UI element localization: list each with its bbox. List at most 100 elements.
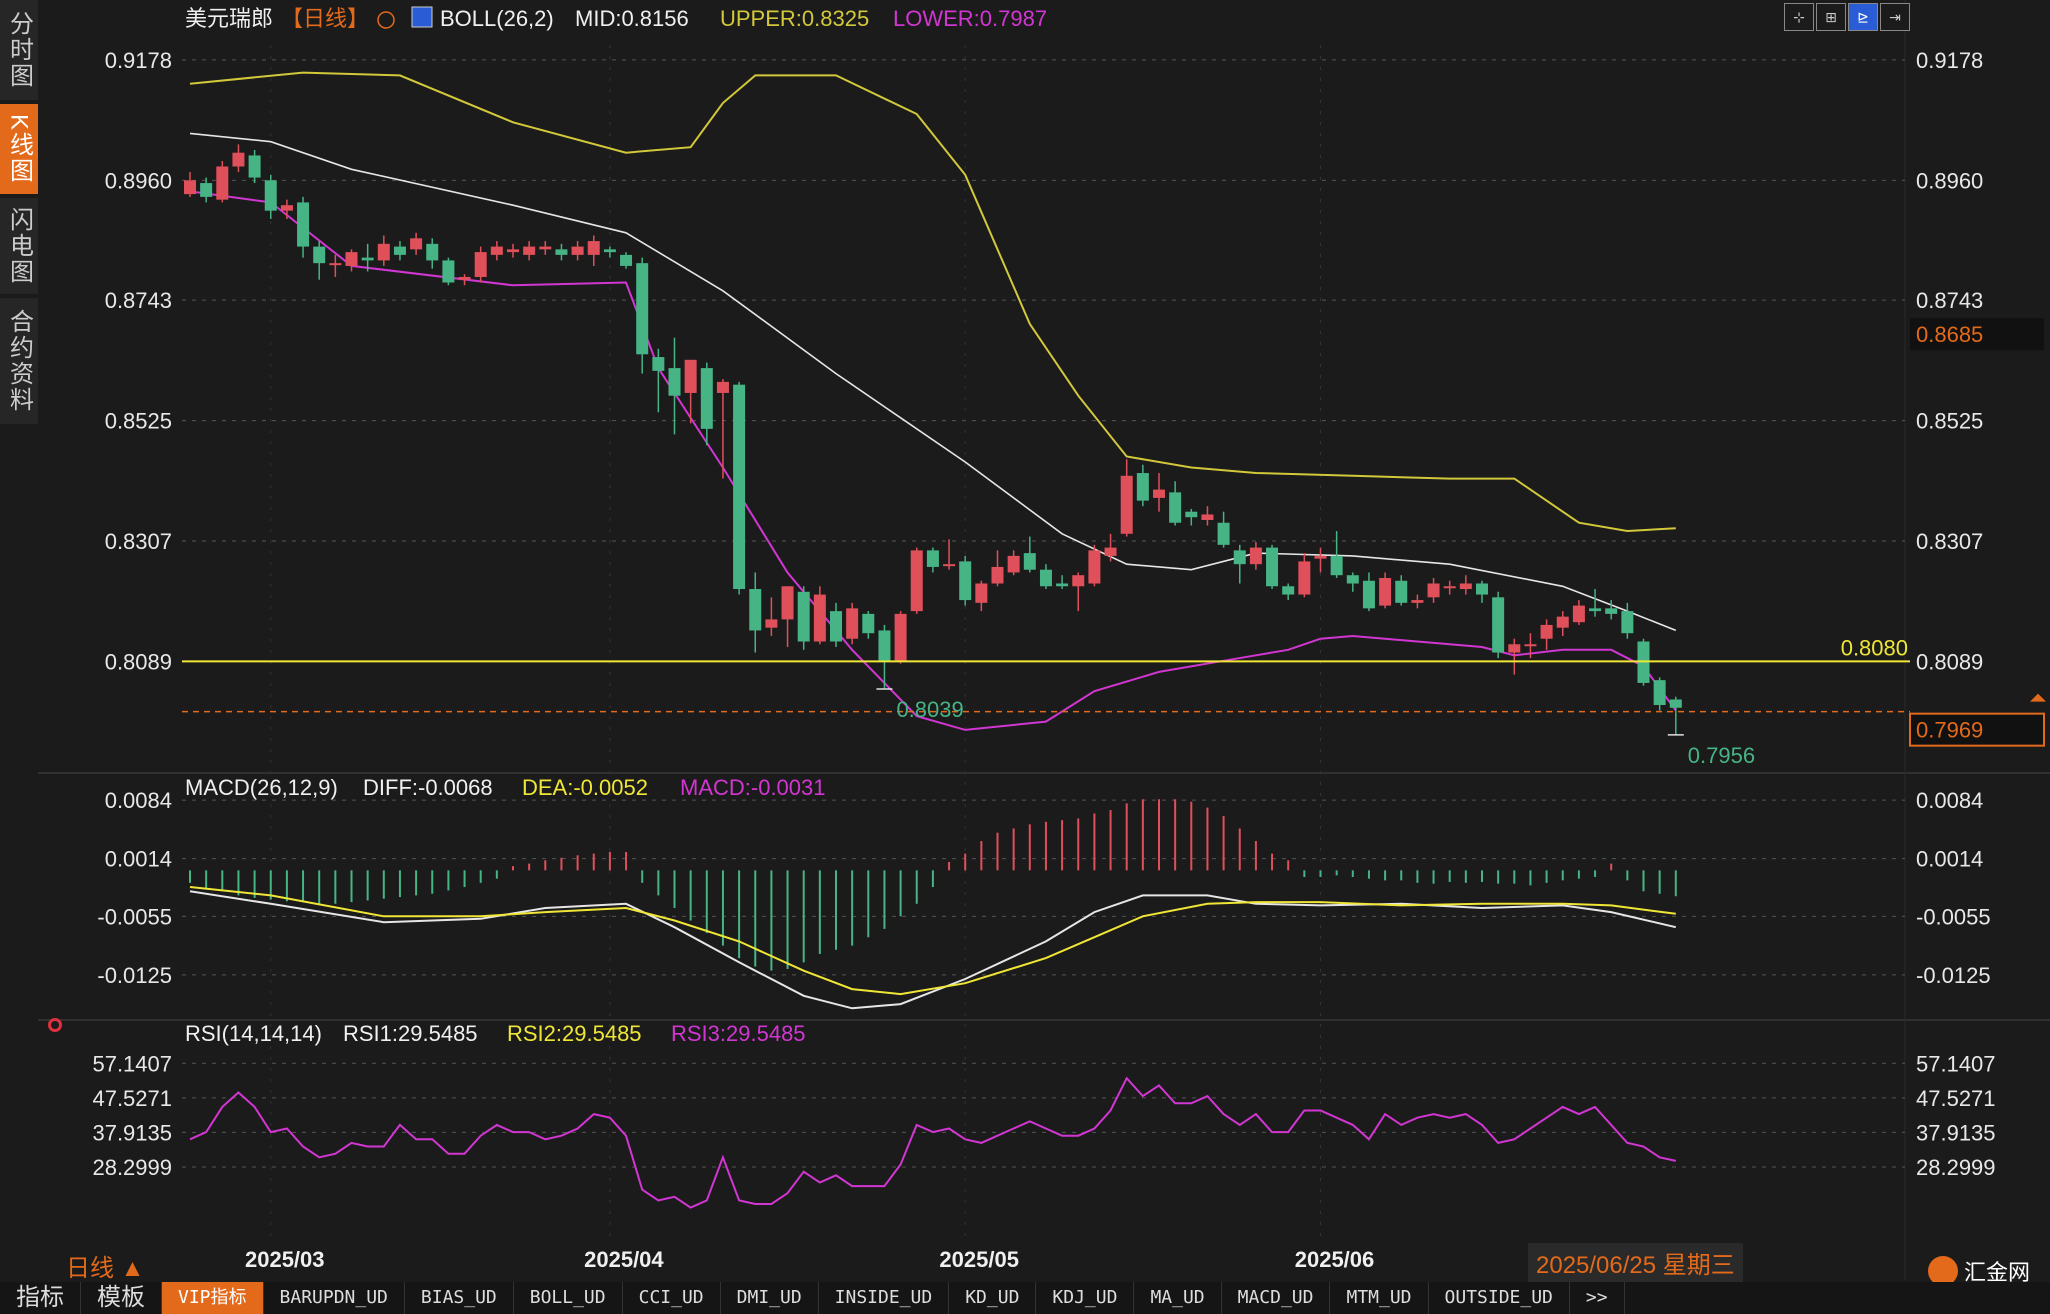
indicator-tab-macd-ud[interactable]: MACD_UD	[1222, 1282, 1331, 1314]
candle-body	[1039, 569, 1052, 587]
kline-tick-label-left: 0.8089	[105, 649, 172, 674]
candle-body	[426, 243, 439, 261]
macd-tick-label-left: 0.0084	[105, 788, 172, 813]
candle-body	[297, 202, 310, 247]
sidebar-tab-3[interactable]: 合约资料	[0, 298, 38, 424]
date-readout: 2025/06/25 星期三	[1528, 1243, 1743, 1282]
sidebar-tab-1[interactable]: K线图	[0, 104, 38, 194]
candle-body	[248, 155, 261, 178]
candle-body	[507, 249, 519, 253]
candle-body	[620, 254, 633, 266]
candle-body	[1572, 605, 1585, 623]
indicator-tab-mtm-ud[interactable]: MTM_UD	[1330, 1282, 1429, 1314]
macd-tick-label-right: -0.0125	[1916, 963, 1991, 988]
indicator-tab-dmi-ud[interactable]: DMI_UD	[721, 1282, 819, 1314]
indicator-tab--[interactable]: 模板	[81, 1282, 162, 1314]
candle-body	[959, 561, 972, 601]
rsi-tick-label-left: 37.9135	[92, 1120, 172, 1145]
candle-body	[1185, 511, 1198, 518]
candle-body	[1169, 492, 1182, 523]
candle-body	[1136, 473, 1149, 501]
candle-body	[1104, 547, 1117, 556]
candle-body	[700, 368, 713, 429]
candle-body	[878, 630, 891, 661]
extreme-label: 0.8039	[896, 697, 963, 722]
candle-body	[1056, 583, 1069, 587]
candle-body	[733, 384, 746, 590]
macd-tick-label-left: -0.0055	[97, 904, 172, 929]
macd-diff-label: DIFF:-0.0068	[363, 775, 493, 800]
candle-body	[232, 152, 245, 167]
candle-body	[1556, 616, 1569, 628]
candle-body	[1314, 555, 1327, 559]
period-selector[interactable]: 日线 ▲	[66, 1248, 144, 1283]
sidebar-tab-2[interactable]: 闪电图	[0, 198, 38, 294]
candle-body	[361, 257, 374, 261]
candle-body	[216, 166, 229, 200]
boll-mid-label: MID:0.8156	[575, 6, 689, 31]
indicator-tab-boll-ud[interactable]: BOLL_UD	[514, 1282, 623, 1314]
indicator-tab-cci-ud[interactable]: CCI_UD	[623, 1282, 721, 1314]
candle-body	[1589, 608, 1602, 612]
kline-tick-label-right: 0.8960	[1916, 168, 1983, 193]
macd-tick-label-right: 0.0084	[1916, 788, 1983, 813]
candle-body	[539, 246, 552, 250]
candle-body	[1298, 561, 1311, 595]
candle-body	[555, 249, 568, 255]
candle-body	[846, 608, 859, 639]
boll-chart-icon	[411, 6, 433, 28]
extreme-label: 0.7956	[1688, 743, 1755, 768]
candle-body	[668, 368, 681, 396]
candle-body	[1153, 489, 1165, 498]
line-icon[interactable]: ⊵	[1848, 3, 1878, 31]
rsi-tick-label-right: 47.5271	[1916, 1086, 1996, 1111]
rsi2-label: RSI2:29.5485	[507, 1021, 642, 1046]
kline-tick-label-left: 0.9178	[105, 48, 172, 73]
record-dot-icon[interactable]	[48, 1018, 62, 1032]
candle-body	[587, 241, 600, 255]
rsi-tick-label-right: 37.9135	[1916, 1120, 1996, 1145]
indicator-tab-kd-ud[interactable]: KD_UD	[949, 1282, 1037, 1314]
rsi3-label: RSI3:29.5485	[671, 1021, 806, 1046]
candle-body	[474, 252, 487, 277]
chart-canvas[interactable]: 0.9178 0.9178 0.8960 0.8960 0.8743 0.8743 0.85…	[0, 0, 2050, 1314]
candle-body	[716, 381, 729, 393]
candle-body	[1605, 608, 1618, 614]
candle-body	[894, 613, 907, 661]
candle-body	[442, 260, 455, 283]
indicator-tab-barupdn-ud[interactable]: BARUPDN_UD	[264, 1282, 405, 1314]
candle-body	[1395, 580, 1408, 603]
candle-body	[943, 564, 956, 567]
candle-body	[636, 263, 649, 355]
crosshair-icon[interactable]: ⊹	[1784, 3, 1814, 31]
candle-icon[interactable]: ⊞	[1816, 3, 1846, 31]
x-tick-label: 2025/05	[939, 1247, 1019, 1272]
candle-body	[1362, 580, 1375, 609]
candle-body	[1217, 522, 1230, 545]
indicator-tab-ma-ud[interactable]: MA_UD	[1134, 1282, 1222, 1314]
export-icon[interactable]: ⇥	[1880, 3, 1910, 31]
candle-body	[264, 180, 277, 211]
candle-body	[490, 246, 503, 255]
kline-tick-label-left: 0.8743	[105, 288, 172, 313]
candle-body	[652, 357, 665, 371]
indicator-tab-bias-ud[interactable]: BIAS_UD	[405, 1282, 514, 1314]
indicator-tab-outside-ud[interactable]: OUTSIDE_UD	[1429, 1282, 1570, 1314]
indicator-tab-kdj-ud[interactable]: KDJ_UD	[1036, 1282, 1135, 1314]
indicator-tab-vip-[interactable]: VIP指标	[162, 1282, 264, 1314]
indicator-tab-inside-ud[interactable]: INSIDE_UD	[819, 1282, 950, 1314]
candle-body	[1120, 475, 1133, 534]
macd-name: MACD(26,12,9)	[185, 775, 338, 800]
rsi-tick-label-left: 57.1407	[92, 1051, 172, 1076]
candle-body	[1540, 624, 1553, 639]
rsi-tick-label-left: 47.5271	[92, 1086, 172, 1111]
price-line-label: 0.7969	[1916, 718, 1983, 743]
candle-body	[781, 586, 794, 620]
indicator-tab--[interactable]: >>	[1570, 1282, 1625, 1314]
sidebar-tab-0[interactable]: 分时图	[0, 0, 38, 100]
indicator-tab--[interactable]: 指标	[0, 1282, 81, 1314]
macd-value-label: MACD:-0.0031	[680, 775, 826, 800]
candle-body	[377, 243, 390, 261]
candle-body	[571, 246, 584, 255]
x-tick-label: 2025/03	[245, 1247, 325, 1272]
